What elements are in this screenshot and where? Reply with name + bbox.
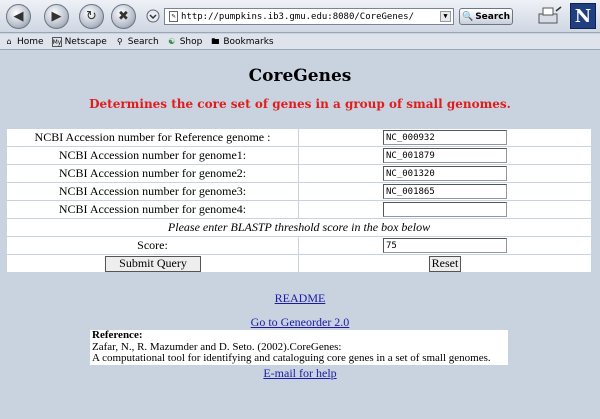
email-help-link[interactable]: E-mail for help xyxy=(0,366,600,381)
url-text: http://pumpkins.ib3.gmu.edu:8080/CoreGen… xyxy=(181,11,414,22)
form-row-genome1: NCBI Accession number for genome1: NC_00… xyxy=(6,146,592,165)
form-row-score: Score: 75 xyxy=(6,236,592,255)
reference-heading: Reference: xyxy=(92,329,143,341)
url-field[interactable]: ✎ http://pumpkins.ib3.gmu.edu:8080/CoreG… xyxy=(164,8,454,25)
stop-icon: ✖ xyxy=(118,9,129,24)
genome4-input[interactable] xyxy=(383,202,507,217)
forward-arrow-icon: ▶ xyxy=(51,9,62,24)
search-button-label: Search xyxy=(475,11,511,22)
blastp-note: Please enter BLASTP threshold score in t… xyxy=(6,218,592,237)
throbber-letter: N xyxy=(574,5,592,27)
bookmark-label: Netscape xyxy=(64,36,107,47)
page-title: CoreGenes xyxy=(248,66,352,86)
score-input[interactable]: 75 xyxy=(383,238,507,253)
bookmark-label: Bookmarks xyxy=(223,36,274,47)
forward-button[interactable]: ▶ xyxy=(44,4,69,29)
url-dropdown-icon[interactable]: ▼ xyxy=(440,11,451,22)
geneorder-link[interactable]: Go to Geneorder 2.0 xyxy=(0,315,600,330)
bookmark-label: Home xyxy=(17,36,44,47)
reference-genome-input[interactable]: NC_000932 xyxy=(383,130,507,145)
reload-icon: ↻ xyxy=(86,9,97,24)
reference-description: A computational tool for identifying and… xyxy=(92,352,491,364)
netscape-icon: My xyxy=(51,36,62,47)
genome4-label: NCBI Accession number for genome4: xyxy=(6,200,299,219)
magnifier-icon: 🔍 xyxy=(461,11,474,22)
page-subtitle: Determines the core set of genes in a gr… xyxy=(89,97,511,111)
genome3-input[interactable]: NC_001865 xyxy=(383,184,507,199)
form-row-genome2: NCBI Accession number for genome2: NC_00… xyxy=(6,164,592,183)
form-row-genome4: NCBI Accession number for genome4: xyxy=(6,200,592,219)
bookmarks-menu[interactable]: 🖿 Bookmarks xyxy=(210,37,273,47)
reload-button[interactable]: ↻ xyxy=(79,4,104,29)
search-icon: ⚲ xyxy=(116,36,123,46)
genome1-input[interactable]: NC_001879 xyxy=(383,148,507,163)
site-identity-icon[interactable] xyxy=(146,9,160,23)
score-label: Score: xyxy=(6,236,299,255)
bookmark-label: Shop xyxy=(179,36,203,47)
coregenes-form: NCBI Accession number for Reference geno… xyxy=(6,128,592,273)
form-row-reference: NCBI Accession number for Reference geno… xyxy=(6,128,592,147)
genome1-label: NCBI Accession number for genome1: xyxy=(6,146,299,165)
bookmark-netscape[interactable]: My Netscape xyxy=(51,36,107,47)
bookmark-shop[interactable]: ☯ Shop xyxy=(167,36,203,47)
reference-genome-label: NCBI Accession number for Reference geno… xyxy=(6,128,299,147)
reference-box: Reference: Zafar, N., R. Mazumder and D.… xyxy=(90,329,508,365)
bookmarks-folder-icon: 🖿 xyxy=(211,36,220,46)
shop-icon: ☯ xyxy=(168,36,176,46)
form-row-buttons: Submit Query Reset xyxy=(6,254,592,273)
genome2-label: NCBI Accession number for genome2: xyxy=(6,164,299,183)
bookmark-label: Search xyxy=(127,36,159,47)
form-row-note: Please enter BLASTP threshold score in t… xyxy=(6,218,592,237)
reset-button[interactable]: Reset xyxy=(429,255,461,272)
search-button[interactable]: 🔍 Search xyxy=(459,8,513,25)
page-content: CoreGenes Determines the core set of gen… xyxy=(0,51,600,419)
bookmark-home[interactable]: ⌂ Home xyxy=(4,36,44,47)
bookmark-search[interactable]: ⚲ Search xyxy=(115,37,159,47)
form-row-genome3: NCBI Accession number for genome3: NC_00… xyxy=(6,182,592,201)
readme-link[interactable]: README xyxy=(0,291,600,306)
personal-toolbar: ⌂ Home My Netscape ⚲ Search ☯ Shop 🖿 Boo… xyxy=(0,34,600,50)
print-icon[interactable] xyxy=(536,5,562,27)
back-arrow-icon: ◀ xyxy=(13,9,24,24)
home-icon: ⌂ xyxy=(6,36,12,46)
page-icon: ✎ xyxy=(169,11,178,22)
netscape-throbber[interactable]: N xyxy=(570,3,596,29)
genome3-label: NCBI Accession number for genome3: xyxy=(6,182,299,201)
stop-button[interactable]: ✖ xyxy=(111,4,136,29)
browser-toolbar: ◀ ▶ ↻ ✖ ✎ http://pumpkins.ib3.gmu.edu:80… xyxy=(0,0,600,33)
submit-query-button[interactable]: Submit Query xyxy=(105,255,201,272)
genome2-input[interactable]: NC_001320 xyxy=(383,166,507,181)
back-button[interactable]: ◀ xyxy=(6,4,31,29)
